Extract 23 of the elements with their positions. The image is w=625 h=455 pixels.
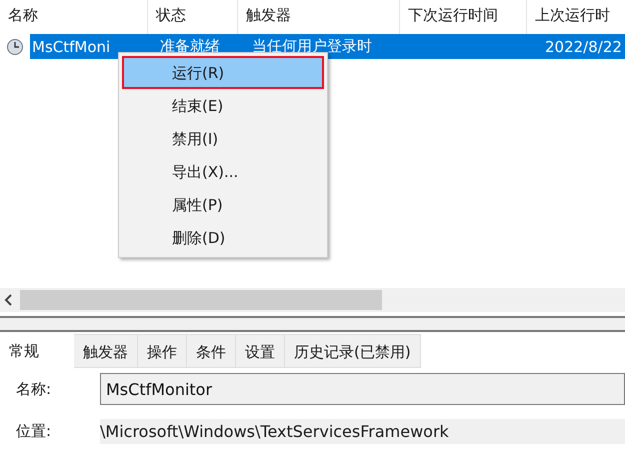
tab[interactable]: 触发器 xyxy=(74,334,138,368)
tab[interactable]: 设置 xyxy=(236,334,285,368)
tab[interactable]: 操作 xyxy=(138,334,187,368)
location-value: \Microsoft\Windows\TextServicesFramework xyxy=(100,418,625,444)
menu-item[interactable]: 结束(E) xyxy=(122,89,324,122)
clock-icon xyxy=(6,38,24,56)
scroll-left-icon[interactable] xyxy=(4,294,14,306)
splitter-bar[interactable] xyxy=(0,316,625,332)
table-cell-text: 准备就绪 xyxy=(159,37,221,56)
scrollbar-thumb[interactable] xyxy=(20,290,382,310)
menu-item[interactable]: 运行(R) xyxy=(122,56,324,89)
tab[interactable]: 历史记录(已禁用) xyxy=(285,334,421,368)
field-label: 位置: xyxy=(15,422,52,440)
menu-item[interactable]: 属性(P) xyxy=(122,188,324,221)
menu-item[interactable]: 禁用(I) xyxy=(122,122,324,155)
menu-item[interactable]: 导出(X)... xyxy=(122,155,324,188)
table-cell-text: 2022/8/22 xyxy=(544,38,622,56)
menu-item[interactable]: 删除(D) xyxy=(122,221,324,254)
horizontal-scrollbar[interactable] xyxy=(0,288,625,312)
tab[interactable]: 条件 xyxy=(187,334,236,368)
table-cell-text: MsCtfMoni xyxy=(31,38,112,56)
name-field[interactable]: MsCtfMonitor xyxy=(100,373,625,405)
field-label: 名称: xyxy=(15,380,52,398)
